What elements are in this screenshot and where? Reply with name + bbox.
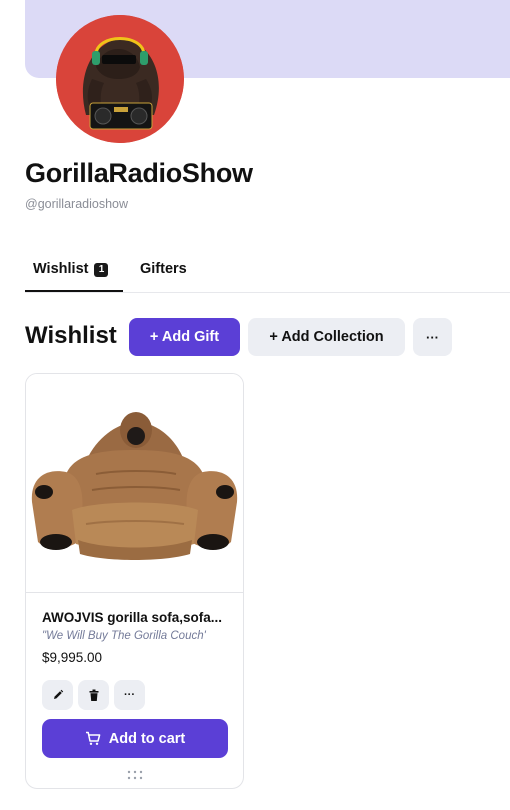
gift-note: "We Will Buy The Gorilla Couch': [42, 630, 206, 642]
add-to-cart-label: Add to cart: [108, 730, 186, 747]
gorilla-sofa-illustration: [31, 412, 238, 560]
wishlist-count-badge: 1: [94, 263, 109, 277]
profile-page: GorillaRadioShow @gorillaradioshow Wishl…: [0, 0, 510, 810]
drag-handle-icon[interactable]: [126, 767, 144, 780]
gift-card[interactable]: AWOJVIS gorilla sofa,sofa... "We Will Bu…: [25, 373, 244, 789]
tab-wishlist[interactable]: Wishlist 1: [25, 256, 123, 292]
section-title: Wishlist: [25, 322, 117, 349]
trash-icon: [89, 689, 98, 701]
delete-button[interactable]: [78, 680, 109, 710]
profile-tabs: Wishlist 1 Gifters: [25, 256, 510, 293]
gift-price: $9,995.00: [42, 650, 103, 665]
avatar[interactable]: [56, 15, 184, 143]
tab-gifters-label: Gifters: [140, 261, 187, 277]
profile-handle: @gorillaradioshow: [25, 197, 129, 211]
tab-wishlist-label: Wishlist: [33, 261, 89, 277]
product-image[interactable]: [26, 374, 243, 593]
edit-button[interactable]: [42, 680, 73, 710]
more-options-button[interactable]: ···: [413, 318, 452, 356]
gorilla-avatar-illustration: [56, 15, 184, 143]
add-gift-button[interactable]: + Add Gift: [129, 318, 240, 356]
tab-gifters[interactable]: Gifters: [140, 256, 187, 292]
add-to-cart-button[interactable]: Add to cart: [42, 719, 228, 758]
cart-icon: [85, 731, 101, 745]
pencil-icon: [53, 689, 63, 699]
gift-title[interactable]: AWOJVIS gorilla sofa,sofa...: [42, 610, 237, 625]
profile-name: GorillaRadioShow: [25, 158, 253, 188]
item-more-button[interactable]: ···: [114, 680, 145, 710]
add-collection-button[interactable]: + Add Collection: [248, 318, 405, 356]
